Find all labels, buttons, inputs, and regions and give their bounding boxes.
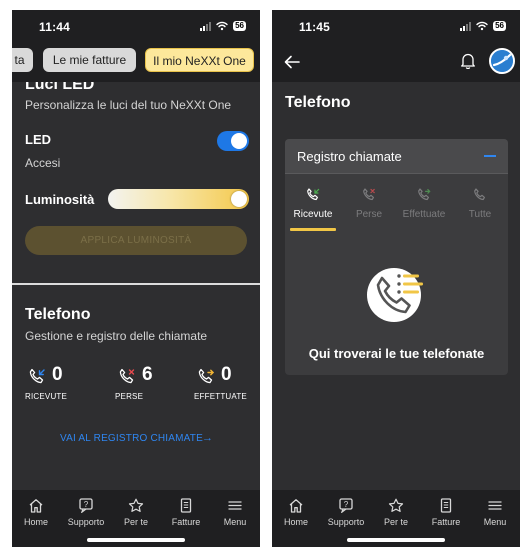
wifi-icon — [476, 21, 488, 31]
nav-menu[interactable]: Menu — [211, 498, 259, 527]
phone-screen-call-log: 11:45 56 Telefono Registro chiamate Rice… — [272, 10, 520, 547]
active-tab-indicator — [290, 228, 336, 231]
nav-fatture[interactable]: Fatture — [162, 498, 210, 527]
stat-received-value: 0 — [52, 364, 63, 385]
tab-ricevute[interactable]: Ricevute — [285, 187, 341, 220]
invoice-icon — [180, 498, 192, 513]
home-indicator — [347, 538, 445, 542]
menu-icon — [488, 501, 502, 510]
nav-fatture[interactable]: Fatture — [422, 498, 470, 527]
home-icon — [289, 499, 303, 513]
nav-support[interactable]: ? Supporto — [322, 498, 370, 527]
status-time: 11:44 — [39, 20, 71, 34]
bottom-nav: Home ? Supporto Per te Fatture Menu — [272, 490, 520, 547]
phone-outgoing-icon — [198, 368, 215, 384]
section-divider — [12, 283, 260, 285]
stat-outgoing-value: 0 — [221, 364, 232, 385]
collapse-icon[interactable] — [484, 155, 496, 157]
led-toggle[interactable] — [217, 131, 249, 151]
svg-text:?: ? — [84, 500, 89, 509]
tab-perse[interactable]: Perse — [341, 187, 397, 220]
phone-incoming-icon — [29, 368, 45, 384]
nav-menu[interactable]: Menu — [471, 498, 519, 527]
support-icon: ? — [79, 498, 93, 513]
call-log-link[interactable]: VAI AL REGISTRO CHIAMATE — [60, 433, 203, 444]
stat-received-label: RICEVUTE — [25, 392, 68, 401]
nav-per-te[interactable]: Per te — [372, 498, 420, 527]
call-log-illustration-icon — [367, 268, 423, 322]
bottom-nav: Home ? Supporto Per te Fatture Menu — [12, 490, 260, 547]
battery-icon: 56 — [493, 21, 506, 31]
phone-missed-icon — [363, 188, 375, 201]
nav-home[interactable]: Home — [272, 498, 320, 527]
status-bar: 11:45 56 — [272, 10, 520, 44]
support-icon: ? — [339, 498, 353, 513]
phone-incoming-icon — [307, 188, 320, 201]
call-log-card-title: Registro chiamate — [297, 149, 402, 164]
wifi-icon — [216, 21, 228, 31]
signal-icon — [460, 21, 472, 31]
back-arrow-icon[interactable] — [284, 55, 300, 69]
nav-per-te[interactable]: Per te — [112, 498, 160, 527]
brightness-slider[interactable] — [108, 189, 249, 209]
phone-missed-icon — [119, 368, 135, 384]
stat-missed-value: 6 — [142, 364, 153, 385]
tab-il-mio-nexxt-one[interactable]: Il mio NeXXt One — [145, 48, 254, 72]
call-log-card-header[interactable]: Registro chiamate — [285, 139, 508, 174]
led-section-subtitle: Personalizza le luci del tuo NeXXt One — [25, 98, 232, 112]
svg-text:?: ? — [344, 500, 349, 509]
phone-screen-led: 11:44 56 ta Le mie fatture Il mio NeXXt … — [12, 10, 260, 547]
avatar[interactable] — [489, 48, 515, 74]
planet-icon — [491, 50, 513, 72]
arrow-right-icon[interactable]: → — [202, 432, 213, 444]
tab-tutte[interactable]: Tutte — [452, 187, 508, 220]
empty-state-message: Qui troverai le tue telefonate — [308, 346, 485, 361]
nav-home[interactable]: Home — [12, 498, 60, 527]
status-bar: 11:44 56 — [12, 10, 260, 44]
tab-offerta[interactable]: ta — [12, 48, 33, 72]
phone-section-title: Telefono — [25, 306, 91, 323]
star-icon — [128, 498, 144, 512]
signal-icon — [200, 21, 212, 31]
top-bar — [272, 44, 520, 82]
stat-outgoing-label: EFFETTUATE — [194, 392, 247, 401]
star-icon — [388, 498, 404, 512]
apply-brightness-button[interactable]: APPLICA LUMINOSITÀ — [25, 226, 247, 255]
led-state: Accesi — [25, 156, 61, 170]
home-indicator — [87, 538, 185, 542]
nav-support[interactable]: ? Supporto — [62, 498, 110, 527]
phone-outgoing-icon — [418, 188, 431, 201]
stat-missed-label: PERSE — [115, 392, 144, 401]
menu-icon — [228, 501, 242, 510]
page-title: Telefono — [285, 94, 351, 111]
tab-le-mie-fatture[interactable]: Le mie fatture — [43, 48, 136, 72]
bell-icon[interactable] — [460, 52, 476, 69]
brightness-slider-handle[interactable] — [231, 191, 247, 207]
led-label: LED — [25, 132, 51, 147]
invoice-icon — [440, 498, 452, 513]
call-log-card: Registro chiamate Ricevute Perse Effettu… — [285, 139, 508, 375]
brightness-label: Luminosità — [25, 192, 95, 207]
battery-icon: 56 — [233, 21, 246, 31]
home-icon — [29, 499, 43, 513]
tab-effettuate[interactable]: Effettuate — [396, 187, 452, 220]
phone-icon — [474, 188, 485, 201]
status-time: 11:45 — [299, 20, 331, 34]
top-tabs: ta Le mie fatture Il mio NeXXt One — [12, 44, 260, 82]
phone-section-subtitle: Gestione e registro delle chiamate — [25, 329, 208, 343]
